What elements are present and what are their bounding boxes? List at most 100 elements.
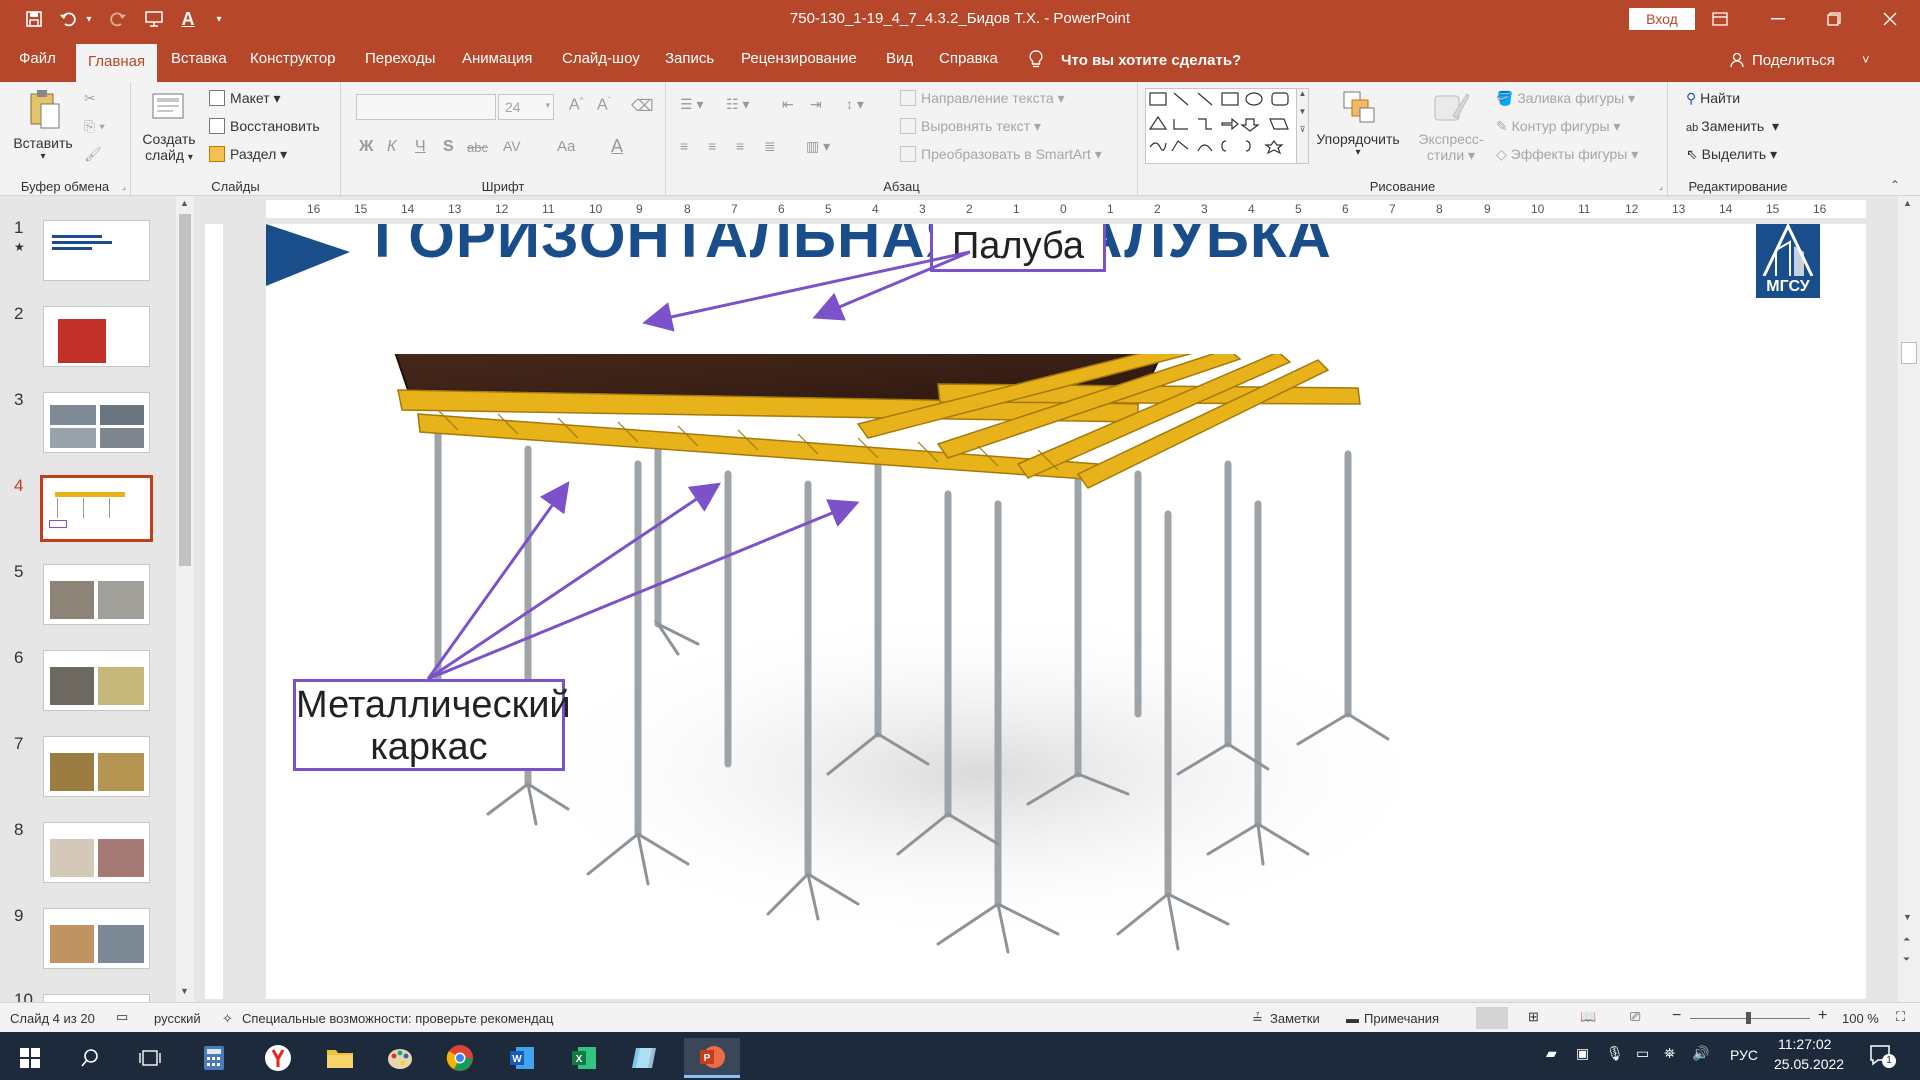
- slide-thumbnail[interactable]: [43, 220, 150, 281]
- yandex-browser-icon[interactable]: [254, 1038, 302, 1078]
- shapes-gallery[interactable]: ▲ ▼ ⊽: [1145, 88, 1309, 164]
- align-center-icon[interactable]: ≡: [708, 138, 716, 154]
- slide-thumbnail[interactable]: [43, 994, 150, 1002]
- copy-icon[interactable]: ⎘ ▾: [84, 118, 105, 135]
- justify-icon[interactable]: ≣: [764, 138, 776, 155]
- section-button[interactable]: Раздел ▾: [209, 146, 287, 163]
- pdf-viewer-icon[interactable]: [620, 1038, 668, 1078]
- close-icon[interactable]: [1862, 0, 1918, 38]
- volume-icon[interactable]: 🔊: [1692, 1045, 1709, 1062]
- slide-thumbnail[interactable]: [43, 650, 150, 711]
- new-slide-dropdown-icon[interactable]: ▾: [188, 152, 193, 163]
- accessibility-status[interactable]: Специальные возможности: проверьте реком…: [242, 1011, 553, 1026]
- minimize-icon[interactable]: [1750, 0, 1806, 38]
- scroll-down-icon[interactable]: ▼: [180, 986, 189, 996]
- network-icon[interactable]: ⛯: [1664, 1045, 1675, 1062]
- line-spacing-icon[interactable]: ↕ ▾: [846, 96, 864, 113]
- thumbnail-scrollbar[interactable]: ▲ ▼: [176, 196, 194, 1002]
- clipboard-launcher-icon[interactable]: ⌟: [122, 181, 126, 192]
- bullets-icon[interactable]: ☰ ▾: [680, 96, 703, 113]
- columns-icon[interactable]: ▥ ▾: [806, 138, 830, 155]
- tray-app-icon[interactable]: ▰: [1546, 1045, 1557, 1062]
- format-painter-icon[interactable]: 🖌: [84, 146, 102, 163]
- previous-slide-icon[interactable]: ⏶: [1903, 934, 1910, 945]
- chrome-icon[interactable]: [436, 1038, 484, 1078]
- excel-icon[interactable]: X: [560, 1038, 608, 1078]
- slide-title[interactable]: ГОРИЗОНТАЛЬНАЯ ОПАЛУБКА: [374, 224, 1332, 271]
- scrollbar-thumb[interactable]: [1901, 342, 1917, 364]
- character-spacing-button[interactable]: AV: [503, 138, 521, 154]
- scroll-up-icon[interactable]: ▲: [1903, 198, 1912, 208]
- slide-thumbnail[interactable]: [43, 564, 150, 625]
- battery-icon[interactable]: ▭: [1636, 1045, 1649, 1062]
- next-slide-icon[interactable]: ⏷: [1903, 954, 1910, 965]
- powerpoint-icon[interactable]: P: [684, 1038, 740, 1078]
- smartart-button[interactable]: Преобразовать в SmartArt ▾: [900, 146, 1102, 163]
- file-explorer-icon[interactable]: [316, 1038, 364, 1078]
- underline-button[interactable]: Ч: [415, 138, 426, 156]
- quick-styles-button[interactable]: Экспресс- стили ▾: [1414, 88, 1488, 164]
- slide-thumbnail[interactable]: [43, 908, 150, 969]
- slide-thumbnail[interactable]: [43, 392, 150, 453]
- cut-icon[interactable]: ✂: [84, 90, 96, 107]
- drawing-launcher-icon[interactable]: ⌟: [1659, 181, 1663, 192]
- tab-home[interactable]: Главная: [76, 44, 158, 82]
- zoom-slider-thumb[interactable]: [1746, 1012, 1751, 1024]
- increase-font-icon[interactable]: A^: [569, 96, 583, 114]
- tab-view[interactable]: Вид: [886, 50, 913, 82]
- tell-me-search[interactable]: Что вы хотите сделать?: [1061, 52, 1241, 69]
- font-size-combo[interactable]: 24 ▾: [498, 94, 554, 120]
- paste-dropdown-icon[interactable]: ▾: [8, 151, 78, 162]
- zoom-level[interactable]: 100 %: [1842, 1011, 1879, 1026]
- microphone-icon[interactable]: 🎙: [1606, 1045, 1624, 1062]
- clear-formatting-icon[interactable]: ⌫: [631, 96, 654, 116]
- zoom-in-icon[interactable]: +: [1818, 1007, 1827, 1025]
- zoom-out-icon[interactable]: −: [1672, 1007, 1681, 1025]
- bold-button[interactable]: Ж: [359, 138, 373, 156]
- decrease-font-icon[interactable]: Aˇ: [597, 96, 610, 114]
- tab-animations[interactable]: Анимация: [462, 50, 532, 82]
- scroll-up-icon[interactable]: ▲: [180, 198, 189, 208]
- word-icon[interactable]: W: [498, 1038, 546, 1078]
- increase-indent-icon[interactable]: ⇥: [810, 96, 822, 113]
- ribbon-options-icon[interactable]: ˅: [1862, 52, 1870, 67]
- arrange-button[interactable]: Упорядочить ▾: [1310, 88, 1406, 158]
- new-slide-button[interactable]: Создать слайд ▾: [141, 88, 197, 163]
- scrollbar-thumb[interactable]: [179, 214, 191, 566]
- comments-button[interactable]: Примечания: [1364, 1011, 1439, 1026]
- decrease-indent-icon[interactable]: ⇤: [782, 96, 794, 113]
- tab-slideshow[interactable]: Слайд-шоу: [562, 50, 640, 82]
- task-view-icon[interactable]: [126, 1038, 174, 1078]
- align-text-button[interactable]: Выровнять текст ▾: [900, 118, 1041, 135]
- gallery-scroll-icon[interactable]: ▲ ▼ ⊽: [1296, 89, 1308, 163]
- language-status[interactable]: русский: [154, 1011, 201, 1026]
- signin-button[interactable]: Вход: [1629, 8, 1695, 30]
- select-button[interactable]: ⇖ Выделить ▾: [1686, 146, 1777, 163]
- scroll-down-icon[interactable]: ▼: [1903, 912, 1912, 922]
- font-name-combo[interactable]: [356, 94, 496, 120]
- input-language[interactable]: РУС: [1730, 1047, 1758, 1063]
- slide-scrollbar[interactable]: ▲ ▼ ⏶ ⏷: [1898, 196, 1920, 1002]
- paint-icon[interactable]: [376, 1038, 424, 1078]
- tab-help[interactable]: Справка: [939, 50, 998, 82]
- align-right-icon[interactable]: ≡: [736, 138, 744, 154]
- clock-date[interactable]: 25.05.2022: [1774, 1056, 1844, 1072]
- spellcheck-icon[interactable]: ▭: [116, 1009, 128, 1025]
- formwork-illustration[interactable]: [378, 354, 1608, 954]
- ribbon-display-options-icon[interactable]: [1692, 0, 1748, 38]
- calculator-icon[interactable]: [190, 1038, 238, 1078]
- collapse-ribbon-icon[interactable]: ⌃: [1890, 178, 1900, 192]
- numbering-icon[interactable]: ☷ ▾: [726, 96, 749, 113]
- notification-center-icon[interactable]: 1: [1868, 1042, 1896, 1068]
- tab-record[interactable]: Запись: [665, 50, 714, 82]
- reading-view-icon[interactable]: 📖: [1580, 1009, 1596, 1025]
- font-color-button[interactable]: A: [611, 136, 623, 157]
- find-button[interactable]: ⚲ Найти: [1686, 90, 1740, 107]
- slide-thumbnail[interactable]: [43, 736, 150, 797]
- tab-review[interactable]: Рецензирование: [741, 50, 857, 82]
- search-icon[interactable]: [66, 1038, 114, 1078]
- reset-button[interactable]: Восстановить: [209, 118, 320, 134]
- fit-slide-icon[interactable]: ⛶: [1896, 1009, 1905, 1025]
- strikethrough-button[interactable]: abc: [467, 140, 488, 155]
- callout-frame[interactable]: Металлический каркас: [293, 679, 571, 771]
